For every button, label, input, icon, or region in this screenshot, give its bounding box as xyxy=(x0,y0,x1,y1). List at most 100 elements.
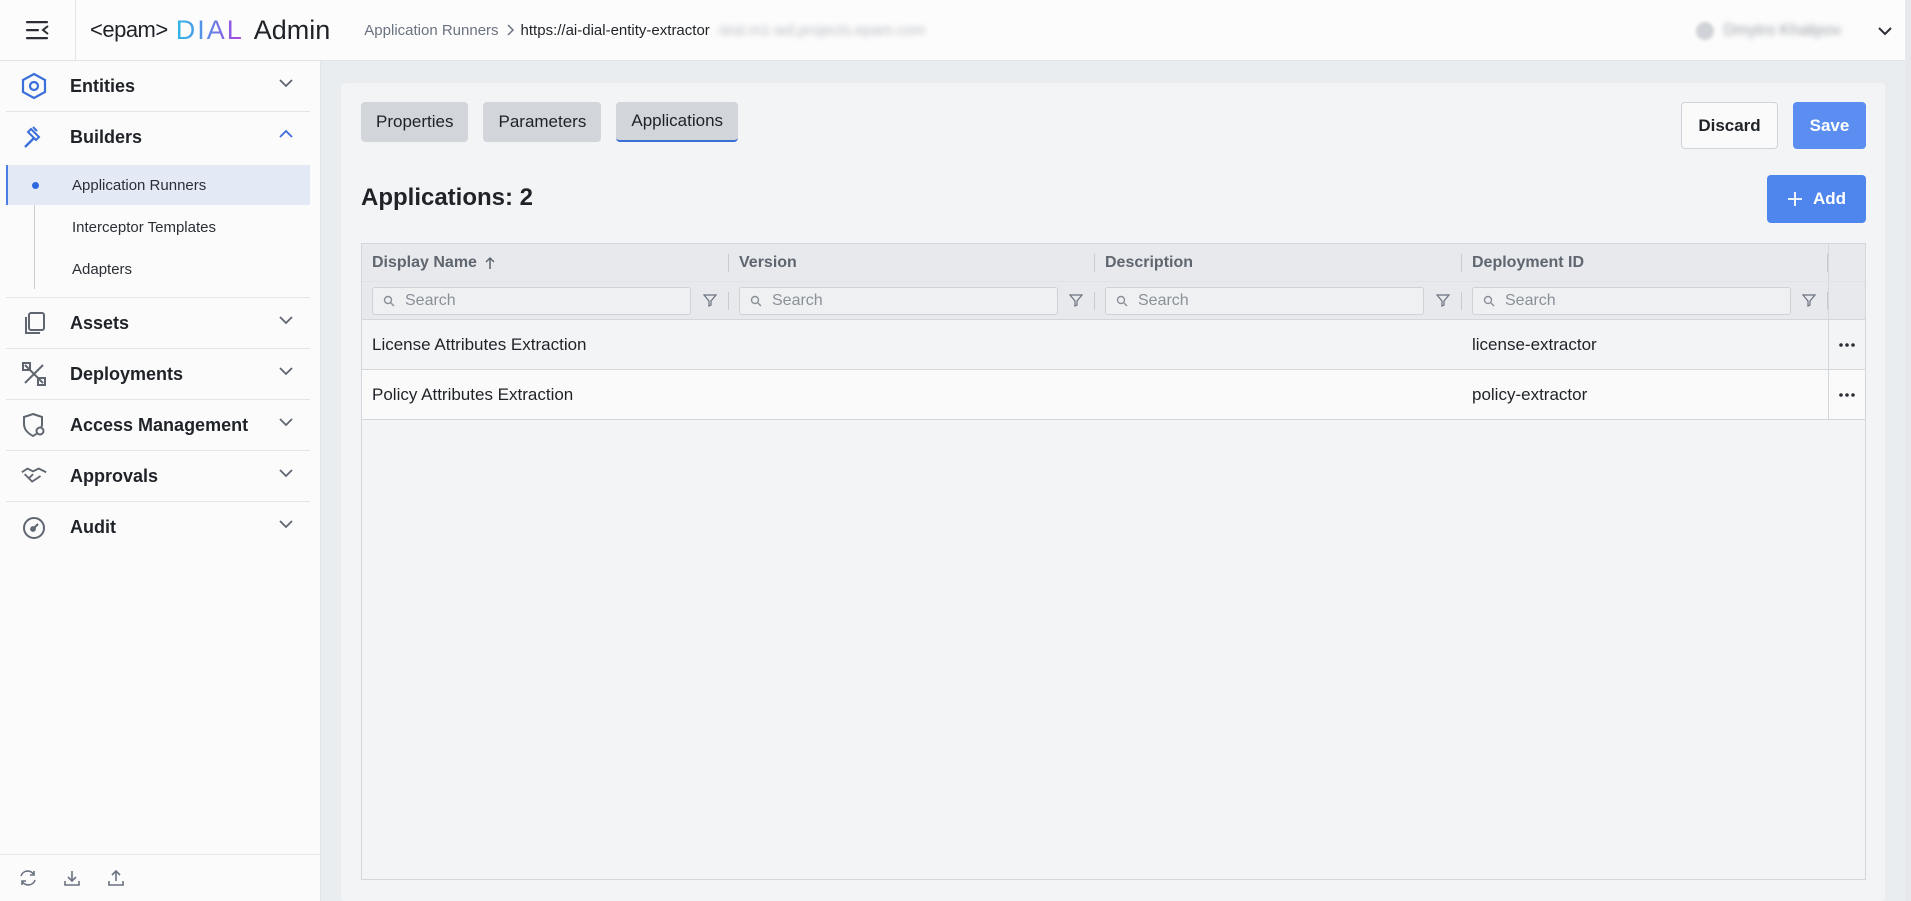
table-header-row: Display Name Version Description Deploym… xyxy=(362,244,1865,282)
sidebar-group-label: Approvals xyxy=(70,465,159,486)
menu-toggle-button[interactable] xyxy=(0,0,76,61)
cell-description xyxy=(1095,370,1462,419)
column-header-actions xyxy=(1828,244,1865,281)
add-application-button[interactable]: Add xyxy=(1767,175,1866,223)
filter-cell-deployment-id: Search xyxy=(1462,282,1828,319)
row-actions-button[interactable] xyxy=(1828,370,1865,419)
sidebar-group-label: Entities xyxy=(70,75,136,96)
handshake-icon xyxy=(20,462,48,490)
menu-collapse-icon xyxy=(25,21,49,40)
search-input-display-name[interactable]: Search xyxy=(372,286,691,315)
column-header-label: Display Name xyxy=(372,253,477,271)
column-header-label: Deployment ID xyxy=(1472,253,1585,271)
sidebar-footer xyxy=(0,854,320,901)
column-header-deployment-id[interactable]: Deployment ID xyxy=(1462,244,1828,281)
chevron-down-icon xyxy=(279,418,293,427)
cell-version xyxy=(729,320,1095,369)
tools-icon xyxy=(20,360,48,388)
column-header-label: Description xyxy=(1105,253,1194,271)
download-icon[interactable] xyxy=(62,868,82,888)
add-button-label: Add xyxy=(1812,189,1847,208)
chevron-up-icon xyxy=(279,129,293,138)
app-logo[interactable]: <epam> DIAL Admin xyxy=(90,0,330,61)
tab-properties[interactable]: Properties xyxy=(361,102,469,142)
filter-icon[interactable] xyxy=(1802,293,1816,307)
search-input-description[interactable]: Search xyxy=(1105,286,1424,315)
sidebar-group-label: Audit xyxy=(70,517,116,537)
refresh-icon[interactable] xyxy=(18,868,38,888)
cell-version xyxy=(729,370,1095,419)
sidebar-item-label: Interceptor Templates xyxy=(72,218,216,236)
more-horizontal-icon xyxy=(1839,392,1855,397)
tab-applications[interactable]: Applications xyxy=(616,102,739,142)
sidebar-item-application-runners[interactable]: Application Runners xyxy=(6,165,310,205)
sort-ascending-icon xyxy=(485,256,495,269)
sidebar-item-adapters[interactable]: Adapters xyxy=(6,249,310,289)
sidebar-item-label: Application Runners xyxy=(72,176,207,194)
window-scrollbar[interactable] xyxy=(1905,0,1911,901)
sidebar-group-entities[interactable]: Entities xyxy=(6,61,310,112)
cell-display-name: License Attributes Extraction xyxy=(372,334,587,354)
chevron-down-icon xyxy=(279,469,293,478)
filter-cell-display-name: Search xyxy=(362,282,729,319)
user-name: Dmytro Khalipov xyxy=(1723,21,1841,39)
discard-button[interactable]: Discard xyxy=(1681,102,1778,149)
sidebar-group-label: Assets xyxy=(70,312,130,333)
breadcrumb-blurred-text: -test.m1-wd.projects.epam.com xyxy=(715,21,926,39)
sidebar-item-interceptor-templates[interactable]: Interceptor Templates xyxy=(6,207,310,247)
top-bar: <epam> DIAL Admin Application Runners ht… xyxy=(0,0,1911,61)
breadcrumb-current: https://ai-dial-entity-extractor xyxy=(520,21,710,39)
sidebar-group-label: Builders xyxy=(70,127,143,147)
logo-admin: Admin xyxy=(253,14,331,45)
search-icon xyxy=(1483,295,1495,306)
active-dot-icon xyxy=(32,182,39,189)
tab-bar: Properties Parameters Applications xyxy=(361,102,739,142)
filter-cell-description: Search xyxy=(1095,282,1462,319)
logo-epam: <epam> xyxy=(90,17,168,42)
applications-table: Display Name Version Description Deploym… xyxy=(361,243,1866,880)
search-input-version[interactable]: Search xyxy=(739,286,1058,315)
sidebar-group-access-management[interactable]: Access Management xyxy=(6,400,310,451)
chevron-down-icon xyxy=(1878,26,1892,35)
filter-icon[interactable] xyxy=(703,293,717,307)
search-input-deployment-id[interactable]: Search xyxy=(1472,286,1791,315)
search-placeholder: Search xyxy=(1505,291,1556,309)
sidebar-group-approvals[interactable]: Approvals xyxy=(6,451,310,502)
user-menu[interactable]: Dmytro Khalipov xyxy=(1695,0,1893,61)
sidebar-group-label: Access Management xyxy=(70,414,249,435)
sidebar-group-label: Deployments xyxy=(70,363,184,384)
filter-icon[interactable] xyxy=(1069,293,1083,307)
table-filter-row: Search Search Search Search xyxy=(362,282,1865,320)
shield-gear-icon xyxy=(20,411,48,439)
breadcrumb: Application Runners https://ai-dial-enti… xyxy=(364,22,925,39)
save-button[interactable]: Save xyxy=(1793,102,1866,149)
table-row[interactable]: License Attributes Extraction license-ex… xyxy=(362,320,1865,370)
filter-icon[interactable] xyxy=(1436,293,1450,307)
hammer-icon xyxy=(20,124,48,152)
chevron-down-icon xyxy=(279,316,293,325)
builders-submenu: Application Runners Interceptor Template… xyxy=(6,165,310,298)
column-header-description[interactable]: Description xyxy=(1095,244,1462,281)
search-icon xyxy=(383,295,395,306)
upload-icon[interactable] xyxy=(106,868,126,888)
chevron-down-icon xyxy=(279,79,293,88)
search-icon xyxy=(1116,295,1128,306)
cell-deployment-id: license-extractor xyxy=(1472,334,1597,354)
page-title: Applications: 2 xyxy=(361,184,534,211)
sidebar-group-builders[interactable]: Builders xyxy=(6,112,310,163)
row-actions-button[interactable] xyxy=(1828,320,1865,369)
filter-cell-version: Search xyxy=(729,282,1095,319)
main-content: Properties Parameters Applications Disca… xyxy=(341,83,1885,901)
files-icon xyxy=(20,309,48,337)
column-header-version[interactable]: Version xyxy=(729,244,1095,281)
search-placeholder: Search xyxy=(772,291,823,309)
table-row[interactable]: Policy Attributes Extraction policy-extr… xyxy=(362,370,1865,420)
sidebar-group-assets[interactable]: Assets xyxy=(6,298,310,349)
sidebar-item-label: Adapters xyxy=(72,260,133,278)
sidebar-group-audit[interactable]: Audit xyxy=(6,502,310,553)
sidebar-group-deployments[interactable]: Deployments xyxy=(6,349,310,400)
logo-dial: DIAL xyxy=(175,14,244,45)
tab-parameters[interactable]: Parameters xyxy=(483,102,602,142)
column-header-display-name[interactable]: Display Name xyxy=(362,244,729,281)
breadcrumb-parent-link[interactable]: Application Runners xyxy=(364,22,498,39)
